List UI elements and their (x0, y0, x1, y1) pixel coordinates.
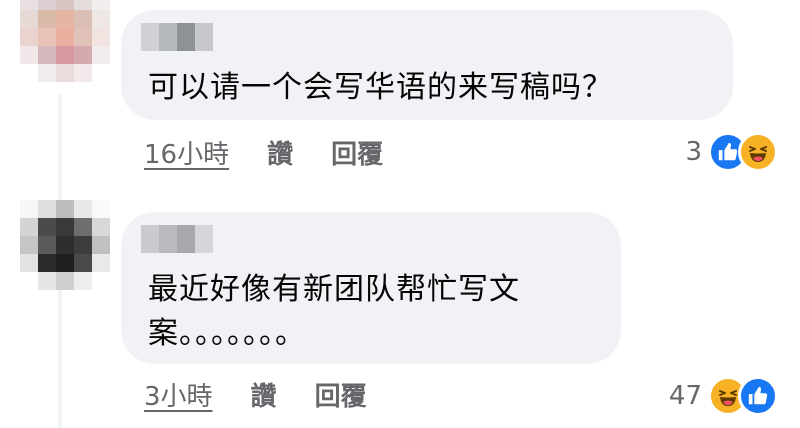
reply-button[interactable]: 回覆 (315, 376, 367, 413)
reaction-count: 47 (668, 381, 702, 411)
haha-icon (738, 132, 778, 172)
commenter-name-blurred[interactable] (141, 225, 213, 253)
commenter-name-blurred[interactable] (141, 23, 213, 51)
reaction-count: 3 (685, 137, 702, 167)
comment-text: 可以请一个会写华语的来写稿吗？ (148, 70, 613, 105)
comment-bubble: 最近好像有新团队帮忙写文案。。。。。。。 (121, 212, 621, 364)
like-button[interactable]: 讚 (267, 134, 293, 171)
reaction-summary[interactable]: 47 (669, 376, 778, 416)
timestamp-link[interactable]: 16小時 (144, 134, 229, 171)
reaction-summary[interactable]: 3 (685, 132, 778, 172)
like-icon (738, 376, 778, 416)
timestamp-link[interactable]: 3小時 (144, 376, 213, 413)
like-button[interactable]: 讚 (251, 376, 277, 413)
comment-text: 最近好像有新团队帮忙写文案。。。。。。。 (148, 272, 520, 351)
comment-actions: 3小時 讚 回覆 (144, 376, 405, 413)
avatar[interactable] (20, 0, 110, 82)
comment-actions: 16小時 讚 回覆 (144, 134, 421, 171)
avatar[interactable] (20, 200, 110, 290)
reply-button[interactable]: 回覆 (331, 134, 383, 171)
comment-bubble: 可以请一个会写华语的来写稿吗？ (121, 10, 733, 120)
